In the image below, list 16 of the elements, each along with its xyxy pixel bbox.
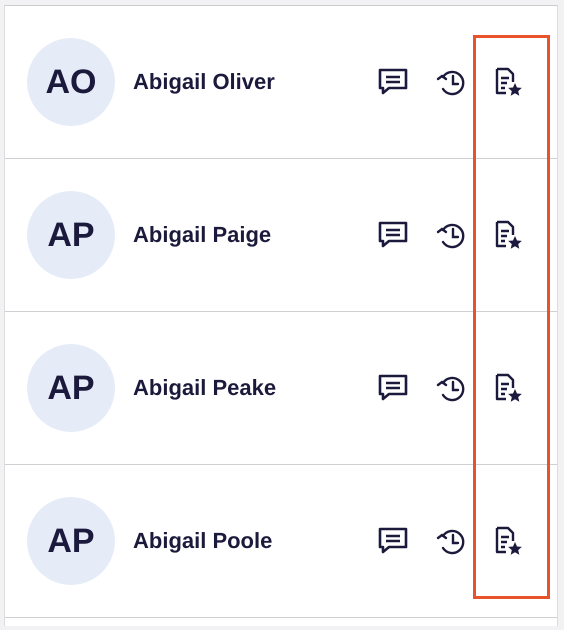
contact-name: Abigail Peake: [133, 375, 278, 401]
contact-name: Abigail Poole: [133, 528, 274, 554]
message-icon[interactable]: [377, 373, 409, 403]
avatar: AP: [27, 191, 115, 279]
avatar: AP: [27, 497, 115, 585]
message-icon[interactable]: [377, 67, 409, 97]
message-icon[interactable]: [377, 220, 409, 250]
message-icon[interactable]: [377, 526, 409, 556]
document-star-icon[interactable]: [493, 220, 523, 250]
avatar: AP: [27, 344, 115, 432]
document-star-icon[interactable]: [493, 67, 523, 97]
contact-name: Abigail Oliver: [133, 69, 276, 95]
contact-name: Abigail Paige: [133, 222, 272, 248]
avatar: AO: [27, 38, 115, 126]
document-star-icon[interactable]: [493, 373, 523, 403]
document-star-icon[interactable]: [493, 526, 523, 556]
